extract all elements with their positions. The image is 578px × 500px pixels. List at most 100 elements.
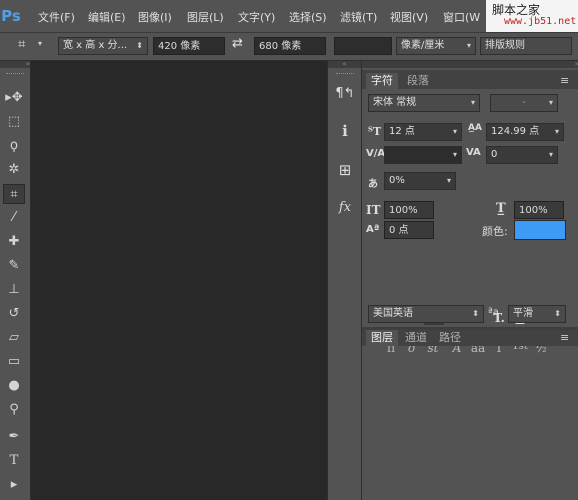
fx-styles-icon[interactable]: fx xyxy=(334,197,356,219)
anti-alias-dropdown[interactable]: 平滑 ⬍ xyxy=(508,305,566,323)
history-brush-tool-icon[interactable]: ↺ xyxy=(3,304,25,324)
tracking-icon: VA xyxy=(466,147,481,158)
menu-select[interactable]: 选择(S) xyxy=(289,9,327,25)
text-color-swatch[interactable] xyxy=(514,220,566,240)
healing-brush-tool-icon[interactable]: ✚ xyxy=(3,232,25,252)
baseline-shift-field[interactable]: 0 点 xyxy=(384,221,434,239)
chevron-down-icon: ▾ xyxy=(548,150,553,159)
layers-panel-menu-icon[interactable]: ≡ xyxy=(560,331,569,344)
tab-paths[interactable]: 路径 xyxy=(434,330,466,346)
gradient-tool-icon[interactable]: ▭ xyxy=(3,352,25,372)
chevron-down-icon: ▾ xyxy=(446,176,451,185)
brush-tool-icon[interactable]: ✎ xyxy=(3,256,25,276)
leading-field[interactable]: 124.99 点 ▾ xyxy=(486,123,564,141)
resolution-input[interactable] xyxy=(334,37,392,55)
chevron-down-icon: ▾ xyxy=(452,127,457,136)
chevron-down-icon: ▾ xyxy=(466,41,471,50)
font-family-value: 宋体 常规 xyxy=(373,97,417,108)
leading-icon: A̲A xyxy=(468,123,482,133)
chevron-down-icon: ▾ xyxy=(548,98,553,107)
swap-dimensions-button[interactable]: ⇄ xyxy=(232,36,243,51)
menu-filter[interactable]: 滤镜(T) xyxy=(340,9,377,25)
clone-stamp-tool-icon[interactable]: ⊥ xyxy=(3,280,25,300)
menu-image[interactable]: 图像(I) xyxy=(138,9,172,25)
tracking-field[interactable]: 0 ▾ xyxy=(486,146,558,164)
vertical-scale-field[interactable]: 100% xyxy=(384,201,434,219)
move-tool-icon[interactable]: ▸✥ xyxy=(3,88,25,108)
vertical-scale-icon: IT xyxy=(366,203,381,217)
watermark: 脚本之家 www.jb51.net xyxy=(486,0,578,32)
grid-panel-icon[interactable]: ⊞ xyxy=(334,159,356,181)
tsume-field[interactable]: 0% ▾ xyxy=(384,172,456,190)
strip-grip[interactable] xyxy=(336,73,354,74)
panel-icon-strip: « ¶↰ ℹ ⊞ fx xyxy=(327,61,361,500)
eyedropper-tool-icon[interactable]: ⁄ xyxy=(3,208,25,228)
collapse-icon[interactable]: « xyxy=(328,61,361,68)
dodge-tool-icon[interactable]: ⚲ xyxy=(3,400,25,420)
horizontal-scale-icon: T̲ xyxy=(496,201,506,216)
options-bar: ⌗ ▾ 宽 x 高 x 分... ⬍ 420 像素 ⇄ 680 像素 像素/厘米 ▾… xyxy=(0,33,578,61)
menu-type[interactable]: 文字(Y) xyxy=(238,9,275,25)
type-tool-icon[interactable]: T xyxy=(3,451,25,471)
tracking-value: 0 xyxy=(491,149,498,160)
photoshop-logo: Ps xyxy=(1,7,21,25)
chevron-down-icon: ▾ xyxy=(452,150,457,159)
chevron-updown-icon: ⬍ xyxy=(136,41,143,50)
path-selection-tool-icon[interactable]: ▸ xyxy=(3,475,25,495)
kerning-dropdown[interactable]: ▾ xyxy=(384,146,462,164)
tool-preset-chevron-icon[interactable]: ▾ xyxy=(38,39,42,48)
width-input[interactable]: 420 像素 xyxy=(153,37,225,55)
paragraph-panel-icon[interactable]: ¶↰ xyxy=(334,83,356,105)
tab-paragraph[interactable]: 段落 xyxy=(402,73,434,89)
panel-collapse-icon[interactable]: » xyxy=(362,61,578,68)
menu-layer[interactable]: 图层(L) xyxy=(187,9,224,25)
crop-preset-dropdown[interactable]: 宽 x 高 x 分... ⬍ xyxy=(58,37,148,55)
toolbar-collapse-icon[interactable]: » xyxy=(0,61,30,68)
anti-alias-value: 平滑 xyxy=(513,308,533,319)
tsume-value: 0% xyxy=(389,175,405,186)
leading-value: 124.99 点 xyxy=(491,126,540,137)
info-icon[interactable]: ℹ xyxy=(334,120,356,142)
sort-button[interactable]: 排版规则 xyxy=(480,37,572,55)
pen-tool-icon[interactable]: ✒ xyxy=(3,427,25,447)
toolbar-grip[interactable] xyxy=(6,73,24,76)
menu-bar: Ps 文件(F) 编辑(E) 图像(I) 图层(L) 文字(Y) 选择(S) 滤… xyxy=(0,0,578,33)
font-style-dropdown[interactable]: - ▾ xyxy=(490,94,558,112)
language-dropdown[interactable]: 美国英语 ⬍ xyxy=(368,305,484,323)
tools-panel: » ▸✥ ⬚ ϙ ✲ ⌗ ⁄ ✚ ✎ ⊥ ↺ ▱ ▭ ● ⚲ ✒ T ▸ xyxy=(0,61,31,500)
chevron-down-icon: ▾ xyxy=(470,98,475,107)
chevron-down-icon: ▾ xyxy=(554,127,559,136)
tab-channels[interactable]: 通道 xyxy=(400,330,432,346)
character-panel: » 字符 段落 ≡ 宋体 常规▾ -▾ ᵀT 12 点▾ A̲A 124.99 … xyxy=(361,61,578,500)
horizontal-scale-field[interactable]: 100% xyxy=(514,201,564,219)
font-style-value: - xyxy=(522,97,526,108)
unit-value: 像素/厘米 xyxy=(401,40,445,51)
font-family-dropdown[interactable]: 宋体 常规 ▾ xyxy=(368,94,480,112)
watermark-url: www.jb51.net xyxy=(504,16,577,27)
language-value: 美国英语 xyxy=(373,308,413,319)
height-input[interactable]: 680 像素 xyxy=(254,37,326,55)
blur-tool-icon[interactable]: ● xyxy=(3,376,25,396)
crop-preset-value: 宽 x 高 x 分... xyxy=(63,40,128,51)
crop-tool-icon[interactable]: ⌗ xyxy=(3,184,25,204)
lasso-tool-icon[interactable]: ϙ xyxy=(3,136,25,156)
eraser-tool-icon[interactable]: ▱ xyxy=(3,328,25,348)
marquee-tool-icon[interactable]: ⬚ xyxy=(3,112,25,132)
tab-layers[interactable]: 图层 xyxy=(366,330,398,346)
font-size-field[interactable]: 12 点 ▾ xyxy=(384,123,462,141)
unit-dropdown[interactable]: 像素/厘米 ▾ xyxy=(396,37,476,55)
tsume-icon: あ xyxy=(368,179,378,190)
panel-menu-icon[interactable]: ≡ xyxy=(560,74,569,87)
menu-window[interactable]: 窗口(W xyxy=(443,9,480,25)
document-canvas[interactable] xyxy=(31,61,324,500)
kerning-icon: V/A xyxy=(366,148,386,159)
anti-alias-icon: ªa xyxy=(488,307,499,318)
crop-icon[interactable]: ⌗ xyxy=(18,37,25,52)
tab-character[interactable]: 字符 xyxy=(366,73,398,89)
font-size-value: 12 点 xyxy=(389,126,415,137)
menu-file[interactable]: 文件(F) xyxy=(38,9,75,25)
chevron-updown-icon: ⬍ xyxy=(472,309,479,318)
menu-view[interactable]: 视图(V) xyxy=(390,9,428,25)
menu-edit[interactable]: 编辑(E) xyxy=(88,9,126,25)
magic-wand-tool-icon[interactable]: ✲ xyxy=(3,160,25,180)
